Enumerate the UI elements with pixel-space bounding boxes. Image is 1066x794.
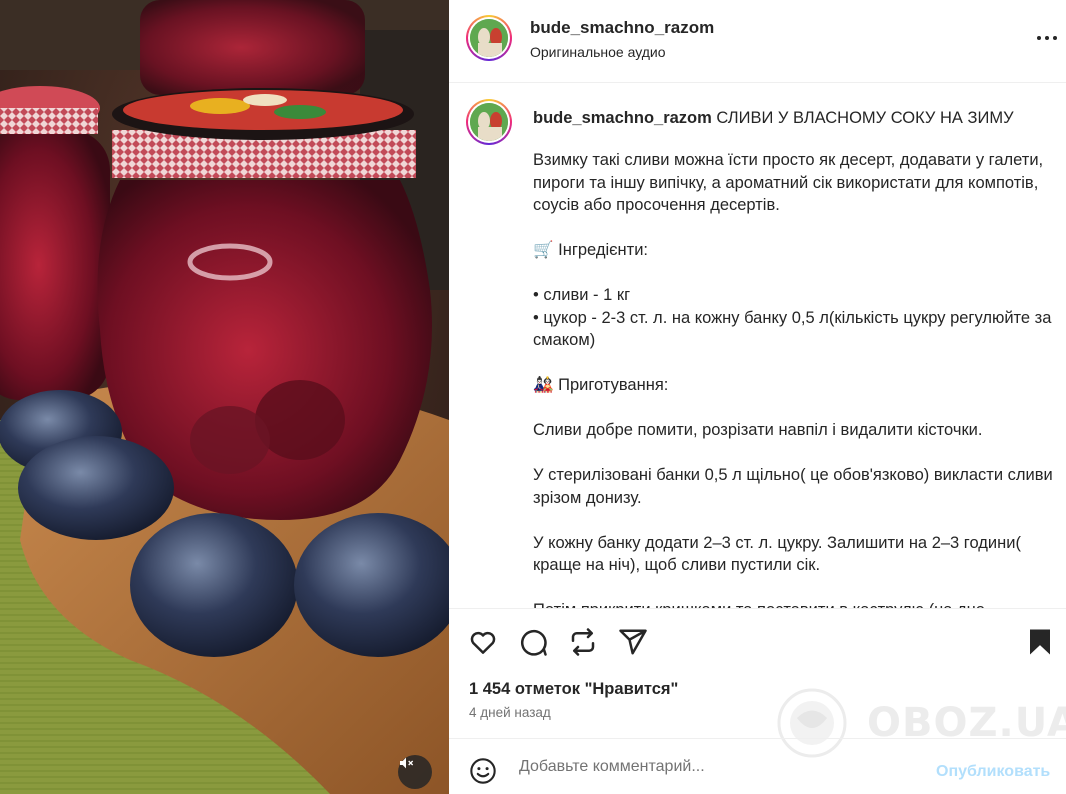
more-icon[interactable]	[1035, 26, 1059, 50]
publish-button[interactable]: Опубликовать	[936, 763, 1050, 781]
preparation-heading: 🎎 Приготування:	[533, 376, 669, 394]
caption-heading: bude_smachno_razom СЛИВИ У ВЛАСНОМУ СОКУ…	[533, 107, 1053, 129]
step-text: Потім прикрити кришками та поставити в к…	[533, 599, 1053, 608]
plums-jar-photo	[0, 0, 449, 794]
ingredients-heading: 🛒 Інгредієнти:	[533, 241, 649, 259]
post-media[interactable]	[0, 0, 449, 794]
bookmark-icon[interactable]	[1025, 627, 1055, 657]
share-icon[interactable]	[618, 627, 648, 657]
audio-label[interactable]: Оригинальное аудио	[530, 44, 666, 60]
muted-speaker-icon	[400, 757, 414, 769]
header-username[interactable]: bude_smachno_razom	[530, 18, 714, 38]
caption-text: Взимку такі сливи можна їсти просто як д…	[533, 149, 1053, 608]
post-details-panel: bude_smachno_razom Оригинальное аудио bu…	[449, 0, 1066, 794]
caption-title: СЛИВИ У ВЛАСНОМУ СОКУ НА ЗИМУ	[716, 109, 1014, 127]
ingredient-item: • сливи - 1 кг	[533, 286, 631, 304]
emoji-icon[interactable]	[469, 757, 497, 785]
mute-button[interactable]	[398, 755, 432, 789]
comment-input[interactable]	[519, 753, 919, 781]
avatar[interactable]	[466, 15, 512, 61]
heart-icon[interactable]	[468, 627, 498, 657]
action-bar	[449, 608, 1066, 678]
step-text: Сливи добре помити, розрізати навпіл і в…	[533, 421, 983, 439]
post-header: bude_smachno_razom Оригинальное аудио	[449, 0, 1066, 83]
step-text: У кожну банку додати 2–3 ст. л. цукру. З…	[533, 533, 1021, 575]
post-date[interactable]: 4 дней назад	[469, 705, 551, 720]
caption-avatar[interactable]	[466, 99, 512, 145]
ingredient-item: • цукор - 2-3 ст. л. на кожну банку 0,5 …	[533, 308, 1052, 350]
caption-username[interactable]: bude_smachno_razom	[533, 109, 712, 127]
caption-intro: Взимку такі сливи можна їсти просто як д…	[533, 151, 1044, 214]
repost-icon[interactable]	[568, 627, 598, 657]
comment-icon[interactable]	[518, 627, 548, 657]
step-text: У стерилізовані банки 0,5 л щільно( це о…	[533, 466, 1053, 507]
comment-bar: Опубликовать	[449, 738, 1066, 794]
likes-count[interactable]: 1 454 отметок "Нравится"	[469, 680, 678, 699]
caption-scroll-area[interactable]: bude_smachno_razom СЛИВИ У ВЛАСНОМУ СОКУ…	[449, 84, 1066, 608]
